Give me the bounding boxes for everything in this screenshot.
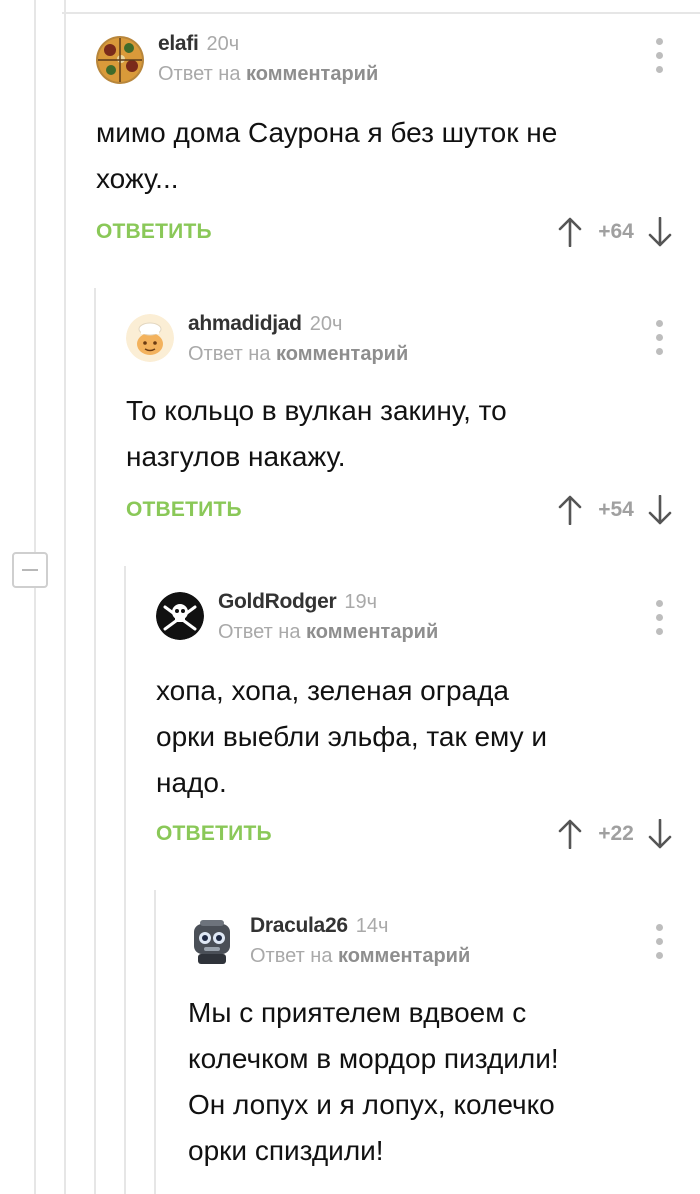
reply-to-line: Ответ на комментарий (218, 621, 438, 644)
more-options-icon[interactable] (650, 924, 670, 960)
reply-prefix: Ответ на (218, 621, 301, 643)
comment-dracula26: Dracula26 14ч Ответ на комментарий Мы с п… (188, 914, 700, 1194)
downvote-arrow-icon[interactable] (648, 217, 672, 247)
more-options-icon[interactable] (650, 320, 670, 356)
comment-line: Мы с приятелем вдвоем с (188, 997, 527, 1028)
thread-line-level4 (154, 890, 156, 1194)
comment-goldrodger: GoldRodger 19ч Ответ на комментарий хопа,… (156, 590, 700, 860)
comment-elafi: elafi 20ч Ответ на комментарий мимо дома … (96, 32, 700, 262)
thread-line-root (34, 0, 36, 1194)
downvote-arrow-icon[interactable] (648, 495, 672, 525)
reply-button[interactable]: ОТВЕТИТЬ (126, 498, 242, 522)
comment-body: Мы с приятелем вдвоем с колечком в мордо… (188, 990, 559, 1174)
comment-body: хопа, хопа, зеленая ограда орки выебли э… (156, 668, 547, 806)
vote-score: +22 (598, 822, 634, 845)
thread-line-level3 (124, 566, 126, 1194)
comment-line: мимо дома Саурона я без шуток не (96, 117, 558, 148)
comment-ahmadidjad: ahmadidjad 20ч Ответ на комментарий То ко… (126, 312, 700, 542)
comment-line: орки спиздили! (188, 1135, 384, 1166)
upvote-arrow-icon[interactable] (558, 495, 582, 525)
vote-score: +64 (598, 220, 634, 243)
author-name[interactable]: Dracula26 (250, 914, 348, 937)
thread-line-level1 (64, 0, 66, 1194)
comment-header: GoldRodger 19ч (218, 590, 377, 616)
comment-time: 20ч (309, 313, 343, 335)
thread-line-level2 (94, 288, 96, 1194)
comment-line: То кольцо в вулкан закину, то (126, 395, 507, 426)
vote-score: +54 (598, 498, 634, 521)
jolly-roger-avatar-icon[interactable] (156, 592, 204, 640)
comment-line: колечком в мордор пиздили! (188, 1043, 559, 1074)
comment-time: 20ч (206, 33, 240, 55)
reply-to-line: Ответ на комментарий (188, 343, 408, 366)
reply-prefix: Ответ на (188, 343, 271, 365)
comment-body: мимо дома Саурона я без шуток не хожу... (96, 110, 557, 202)
comment-time: 19ч (344, 591, 377, 613)
author-name[interactable]: GoldRodger (218, 590, 337, 613)
comment-line: надо. (156, 767, 227, 798)
comment-line: хопа, хопа, зеленая ограда (156, 675, 509, 706)
reply-target-link[interactable]: комментарий (276, 343, 408, 365)
collapse-thread-button[interactable] (12, 552, 48, 588)
more-options-icon[interactable] (650, 38, 670, 74)
vote-controls: +54 (558, 490, 672, 530)
pizza-avatar-icon[interactable] (96, 36, 144, 84)
reply-button[interactable]: ОТВЕТИТЬ (156, 822, 272, 846)
reply-button[interactable]: ОТВЕТИТЬ (96, 220, 212, 244)
reply-prefix: Ответ на (250, 945, 333, 967)
reply-target-link[interactable]: комментарий (246, 63, 378, 85)
reply-to-line: Ответ на комментарий (158, 63, 378, 86)
author-name[interactable]: ahmadidjad (188, 312, 302, 335)
thread-top-divider (62, 12, 700, 14)
upvote-arrow-icon[interactable] (558, 217, 582, 247)
comment-line: орки выебли эльфа, так ему и (156, 721, 548, 752)
comment-line: хожу... (96, 163, 179, 194)
author-name[interactable]: elafi (158, 32, 199, 55)
reply-prefix: Ответ на (158, 63, 241, 85)
robot-avatar-icon[interactable] (190, 918, 234, 966)
minus-icon (22, 569, 38, 571)
comment-body: То кольцо в вулкан закину, то назгулов н… (126, 388, 507, 480)
comment-line: Он лопух и я лопух, колечко (188, 1089, 555, 1120)
chef-avatar-icon[interactable] (126, 314, 174, 362)
vote-controls: +64 (558, 212, 672, 252)
upvote-arrow-icon[interactable] (558, 819, 582, 849)
comment-time: 14ч (355, 915, 389, 937)
comment-header: ahmadidjad 20ч (188, 312, 342, 338)
comment-header: Dracula26 14ч (250, 914, 388, 940)
more-options-icon[interactable] (650, 600, 670, 636)
comment-line: назгулов накажу. (126, 441, 346, 472)
comment-header: elafi 20ч (158, 32, 239, 58)
reply-to-line: Ответ на комментарий (250, 945, 470, 968)
downvote-arrow-icon[interactable] (648, 819, 672, 849)
reply-target-link[interactable]: комментарий (338, 945, 470, 967)
reply-target-link[interactable]: комментарий (306, 621, 438, 643)
vote-controls: +22 (558, 814, 672, 854)
